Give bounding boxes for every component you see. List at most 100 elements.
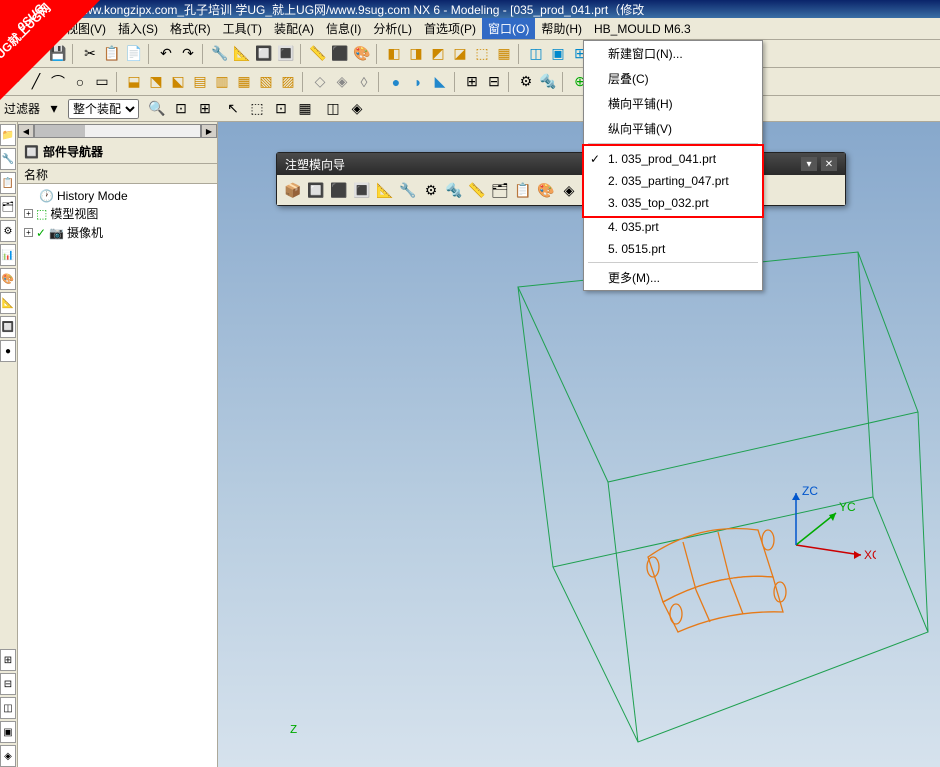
cube-icon[interactable]: ▦ bbox=[494, 44, 514, 64]
expand-icon[interactable]: + bbox=[24, 209, 33, 218]
mirror-icon[interactable]: ⊟ bbox=[484, 72, 504, 92]
menu-info[interactable]: 信息(I) bbox=[320, 18, 367, 39]
menu-item-window-4[interactable]: 4. 035.prt bbox=[584, 216, 762, 238]
scroll-thumb[interactable] bbox=[35, 125, 85, 137]
cube-icon[interactable]: ◪ bbox=[450, 44, 470, 64]
view-icon[interactable]: ▣ bbox=[548, 44, 568, 64]
datum-icon[interactable]: ◊ bbox=[354, 72, 374, 92]
side-tab[interactable]: 🗂 bbox=[0, 196, 16, 218]
feature-icon[interactable]: ▨ bbox=[278, 72, 298, 92]
cube-icon[interactable]: ◩ bbox=[428, 44, 448, 64]
tool-icon[interactable]: 🔩 bbox=[538, 72, 558, 92]
navigator-icon: 🔲 bbox=[24, 145, 39, 159]
menu-insert[interactable]: 插入(S) bbox=[112, 18, 164, 39]
menu-item-cascade[interactable]: 层叠(C) bbox=[584, 66, 762, 91]
side-tab[interactable]: 📐 bbox=[0, 292, 16, 314]
feature-icon[interactable]: ▧ bbox=[256, 72, 276, 92]
datum-icon[interactable]: ◈ bbox=[332, 72, 352, 92]
tool-icon[interactable]: ⚙ bbox=[516, 72, 536, 92]
feature-icon[interactable]: ▥ bbox=[212, 72, 232, 92]
cube-icon[interactable]: ◧ bbox=[384, 44, 404, 64]
menu-preferences[interactable]: 首选项(P) bbox=[418, 18, 482, 39]
paste-icon[interactable]: 📄 bbox=[124, 44, 144, 64]
pattern-icon[interactable]: ⊞ bbox=[462, 72, 482, 92]
menu-item-window-2[interactable]: 2. 035_parting_047.prt bbox=[584, 170, 762, 192]
tree-item-model-view[interactable]: + ⬚ 模型视图 bbox=[24, 204, 211, 223]
menu-analysis[interactable]: 分析(L) bbox=[367, 18, 418, 39]
tree-item-camera[interactable]: + ✓ 📷 摄像机 bbox=[24, 223, 211, 242]
copy-icon[interactable]: 📋 bbox=[102, 44, 122, 64]
hole-icon[interactable]: ● bbox=[386, 72, 406, 92]
side-tab[interactable]: ▣ bbox=[0, 721, 16, 743]
menu-item-window-5[interactable]: 5. 0515.prt bbox=[584, 238, 762, 260]
fillet-icon[interactable]: ◗ bbox=[408, 72, 428, 92]
menu-window[interactable]: 窗口(O) bbox=[482, 18, 535, 39]
tool-icon[interactable]: 🔳 bbox=[276, 44, 296, 64]
side-tab[interactable]: ⊟ bbox=[0, 673, 16, 695]
chamfer-icon[interactable]: ◣ bbox=[430, 72, 450, 92]
tool-icon[interactable]: 🔧 bbox=[210, 44, 230, 64]
measure-icon[interactable]: 📏 bbox=[308, 44, 328, 64]
sweep-icon[interactable]: ⬕ bbox=[168, 72, 188, 92]
datum-icon[interactable]: ◇ bbox=[310, 72, 330, 92]
misc-tool-icon[interactable]: ◫ bbox=[323, 99, 343, 119]
menu-assemblies[interactable]: 装配(A) bbox=[268, 18, 320, 39]
select-tool-icon[interactable]: ⊡ bbox=[271, 99, 291, 119]
side-tab[interactable]: ◫ bbox=[0, 697, 16, 719]
filter-tool-icon[interactable]: ⊡ bbox=[171, 99, 191, 119]
side-tab[interactable]: ⊞ bbox=[0, 649, 16, 671]
select-tool-icon[interactable]: ⬚ bbox=[247, 99, 267, 119]
scroll-right-icon[interactable]: ▶ bbox=[201, 124, 217, 138]
side-tab[interactable]: 📊 bbox=[0, 244, 16, 266]
scroll-track[interactable] bbox=[34, 124, 201, 138]
menu-item-tile-h[interactable]: 横向平铺(H) bbox=[584, 91, 762, 116]
expand-icon[interactable]: + bbox=[24, 228, 33, 237]
dropdown-icon[interactable]: ▾ bbox=[44, 99, 64, 119]
menu-item-tile-v[interactable]: 纵向平铺(V) bbox=[584, 116, 762, 141]
redo-icon[interactable]: ↷ bbox=[178, 44, 198, 64]
menu-item-window-1[interactable]: ✓ 1. 035_prod_041.prt bbox=[584, 148, 762, 170]
side-tab[interactable]: 📁 bbox=[0, 124, 16, 146]
assembly-filter-select[interactable]: 整个装配 bbox=[68, 99, 139, 119]
menu-item-more[interactable]: 更多(M)... bbox=[584, 265, 762, 290]
3d-viewport[interactable]: 注塑模向导 ▾ ✕ 📦 🔲 ⬛ 🔳 📐 🔧 ⚙ 🔩 📏 🗂 📋 🎨 bbox=[218, 122, 940, 767]
clock-icon: 🕐 bbox=[39, 189, 54, 203]
menu-tools[interactable]: 工具(T) bbox=[217, 18, 268, 39]
side-tab[interactable]: 📋 bbox=[0, 172, 16, 194]
side-tab[interactable]: ⚙ bbox=[0, 220, 16, 242]
tree-item-history[interactable]: 🕐 History Mode bbox=[24, 188, 211, 204]
cube-icon[interactable]: ◨ bbox=[406, 44, 426, 64]
filter-tool-icon[interactable]: 🔍 bbox=[147, 99, 167, 119]
menu-item-new-window[interactable]: 新建窗口(N)... bbox=[584, 41, 762, 66]
side-tab[interactable]: 🔧 bbox=[0, 148, 16, 170]
menu-format[interactable]: 格式(R) bbox=[164, 18, 217, 39]
side-tab[interactable]: ◈ bbox=[0, 745, 16, 767]
tool-icon[interactable]: 🔲 bbox=[254, 44, 274, 64]
feature-icon[interactable]: ▦ bbox=[234, 72, 254, 92]
undo-icon[interactable]: ↶ bbox=[156, 44, 176, 64]
revolve-icon[interactable]: ⬔ bbox=[146, 72, 166, 92]
side-tab[interactable]: ● bbox=[0, 340, 16, 362]
side-tab[interactable]: 🔲 bbox=[0, 316, 16, 338]
select-tool-icon[interactable]: ▦ bbox=[295, 99, 315, 119]
misc-tool-icon[interactable]: ◈ bbox=[347, 99, 367, 119]
select-tool-icon[interactable]: ↖ bbox=[223, 99, 243, 119]
feature-icon[interactable]: ▤ bbox=[190, 72, 210, 92]
tool-icon[interactable]: 🎨 bbox=[352, 44, 372, 64]
menu-help[interactable]: 帮助(H) bbox=[535, 18, 588, 39]
filter-tool-icon[interactable]: ⊞ bbox=[195, 99, 215, 119]
extrude-icon[interactable]: ⬓ bbox=[124, 72, 144, 92]
tool-icon[interactable]: ⬛ bbox=[330, 44, 350, 64]
cube-icon[interactable]: ⬚ bbox=[472, 44, 492, 64]
scroll-left-icon[interactable]: ◀ bbox=[18, 124, 34, 138]
view-icon[interactable]: ◫ bbox=[526, 44, 546, 64]
menu-hb-mould[interactable]: HB_MOULD M6.3 bbox=[588, 20, 697, 38]
tool-icon[interactable]: 📐 bbox=[232, 44, 252, 64]
navigator-title: 部件导航器 bbox=[43, 143, 103, 160]
side-tab[interactable]: 🎨 bbox=[0, 268, 16, 290]
camera-icon: 📷 bbox=[49, 226, 64, 240]
navigator-column-header[interactable]: 名称 bbox=[18, 164, 217, 184]
svg-text:ZC: ZC bbox=[802, 485, 818, 498]
navigator-tree: 🕐 History Mode + ⬚ 模型视图 + ✓ 📷 摄像机 bbox=[18, 184, 217, 246]
menu-item-window-3[interactable]: 3. 035_top_032.prt bbox=[584, 192, 762, 214]
